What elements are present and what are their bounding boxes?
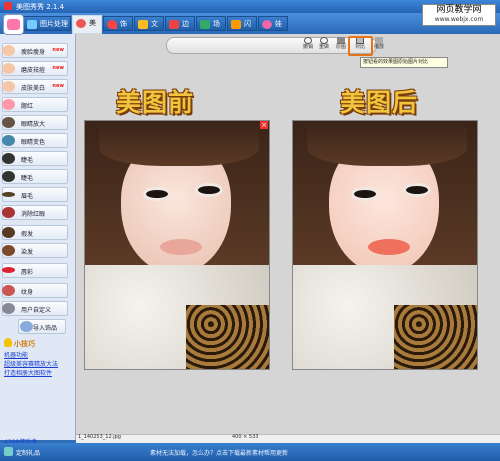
sidebar-item-eye-color[interactable]: 眼睛变色: [2, 133, 68, 148]
image-size: 400 × 533: [232, 434, 259, 440]
face-icon: [2, 81, 15, 92]
sidebar-item-red-eye[interactable]: 消除红眼: [2, 205, 68, 220]
sidebar-item-slim-face[interactable]: 瘦脸瘦身 new: [2, 43, 68, 58]
watermark-line1: 网页教学网: [436, 5, 482, 15]
hair-icon: [2, 227, 15, 238]
eyelash-icon: [2, 171, 15, 182]
redo-button[interactable]: 重做: [316, 37, 332, 51]
face-icon: [76, 19, 86, 28]
tab-beauty[interactable]: 美容: [72, 15, 102, 42]
undo-icon: [304, 37, 312, 44]
doll-icon: [262, 20, 272, 29]
tab-flash[interactable]: 闪图: [227, 16, 257, 43]
before-title: 美图前: [116, 88, 195, 117]
tip-link-3[interactable]: 打造相册大图软件: [4, 368, 52, 377]
eye-icon: [2, 135, 15, 146]
sidebar-item-eyelash-2[interactable]: 睫毛: [2, 169, 68, 184]
blush-icon: [2, 99, 15, 110]
sidebar-item-skin-whiten[interactable]: 皮肤美白 new: [2, 79, 68, 94]
update-message[interactable]: 素材无法加载，怎么办？点击下载最新素材帮用更新: [150, 448, 288, 457]
app-icon: [4, 2, 12, 10]
after-title: 美图后: [340, 88, 419, 117]
heart-icon: [107, 20, 117, 29]
custom-gift-link[interactable]: 定制礼品: [16, 448, 40, 457]
status-bar: [76, 434, 500, 443]
sidebar-item-skin-smooth[interactable]: 磨皮祛痘 new: [2, 61, 68, 76]
redo-icon: [320, 37, 328, 44]
gift-icon: [4, 447, 13, 456]
eyebrow-icon: [2, 192, 15, 197]
undo-button[interactable]: 撤销: [300, 37, 316, 51]
import-icon: [20, 321, 33, 332]
tab-accessories[interactable]: 饰品: [103, 16, 133, 43]
before-photo: [84, 120, 270, 370]
new-badge: new: [52, 65, 64, 71]
face-icon: [2, 63, 15, 74]
tips-title: 小技巧: [14, 340, 35, 348]
after-photo: [292, 120, 478, 370]
eyelash-icon: [2, 153, 15, 164]
file-name: 1_140253_12.jpg: [78, 434, 121, 440]
hair-icon: [2, 245, 15, 256]
sidebar-item-custom[interactable]: 用户自定义: [2, 301, 68, 316]
tab-doll[interactable]: 娃娃: [258, 16, 288, 43]
tab-text[interactable]: 文字: [134, 16, 164, 43]
tab-image-processing[interactable]: 图片处理: [23, 16, 71, 31]
image-icon: [337, 37, 345, 44]
sidebar-item-eyebrow[interactable]: 眉毛: [2, 187, 68, 202]
scene-icon: [200, 20, 210, 29]
flash-icon: [231, 20, 241, 29]
sidebar-item-eyelash[interactable]: 睫毛: [2, 151, 68, 166]
sidebar-item-blush[interactable]: 腮红: [2, 97, 68, 112]
import-accessory-button[interactable]: 导入饰品: [18, 319, 66, 334]
compare-highlight: [348, 36, 373, 56]
scale-icon: [375, 37, 383, 44]
scale-button[interactable]: 缩放: [372, 37, 386, 51]
window-title: 美图秀秀 2.1.4: [16, 3, 65, 11]
frame-icon: [169, 20, 179, 29]
face-icon: [2, 45, 15, 56]
tab-label: 图片处理: [40, 20, 68, 28]
compare-tooltip: 按钮看的效果图原始图片对比: [360, 57, 448, 68]
lightbulb-icon: [4, 338, 12, 347]
tip-link-2[interactable]: 超级美容赛精放大法: [4, 359, 58, 368]
original-button[interactable]: 原图: [333, 37, 349, 51]
text-icon: [138, 20, 148, 29]
sidebar-item-eye-enlarge[interactable]: 眼睛放大: [2, 115, 68, 130]
tattoo-icon: [2, 285, 15, 296]
tab-frame[interactable]: 边框: [165, 16, 195, 43]
close-icon[interactable]: ×: [260, 121, 268, 129]
image-icon: [27, 20, 37, 29]
sidebar-item-wig[interactable]: 假发: [2, 225, 68, 240]
sidebar-item-hair-dye[interactable]: 染发: [2, 243, 68, 258]
new-badge: new: [52, 47, 64, 53]
lips-icon: [2, 267, 15, 273]
new-badge: new: [52, 83, 64, 89]
eye-icon: [2, 117, 15, 128]
tip-link-1[interactable]: 机器功能: [4, 350, 28, 359]
tab-scene[interactable]: 场景: [196, 16, 226, 43]
watermark-line2: www.webjx.com: [434, 16, 484, 23]
custom-icon: [2, 303, 15, 314]
eye-icon: [2, 207, 15, 218]
sidebar-item-tattoo[interactable]: 纹身: [2, 283, 68, 298]
watermark: 网页教学网 www.webjx.com: [422, 4, 496, 26]
app-logo: [3, 14, 24, 35]
sidebar-item-lip-color[interactable]: 唇彩: [2, 263, 68, 278]
